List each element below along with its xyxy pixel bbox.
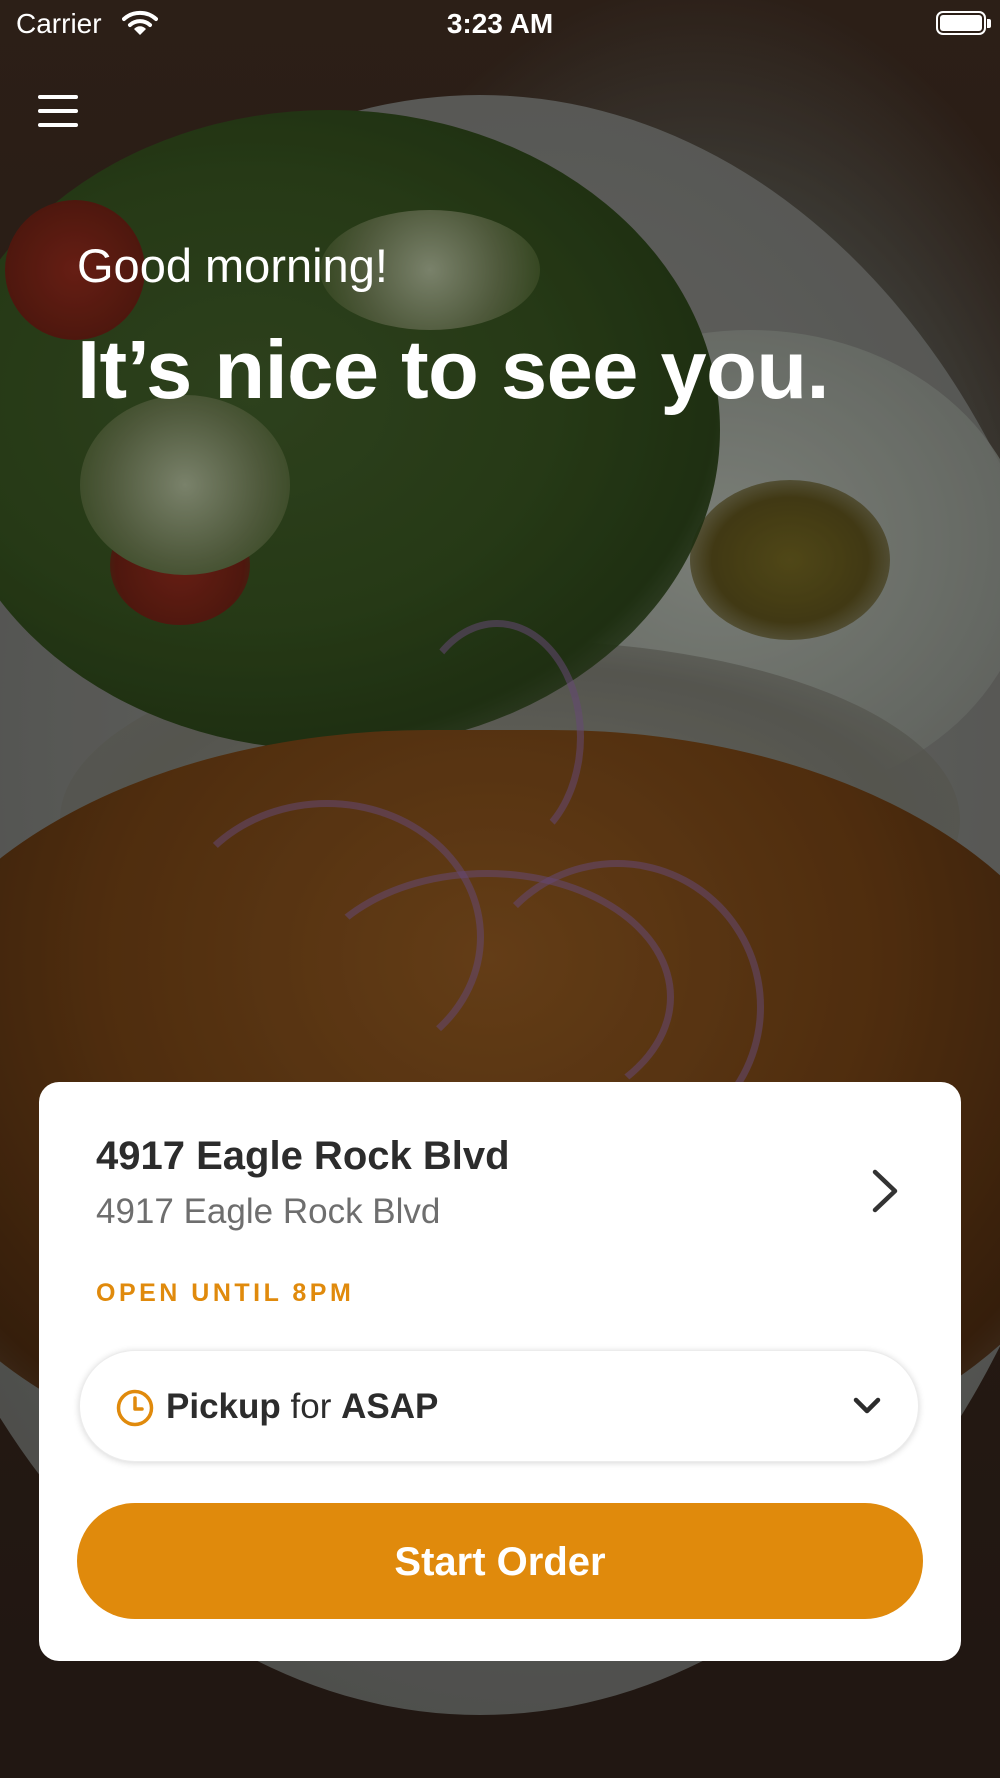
status-bar: Carrier 3:23 AM — [0, 0, 1000, 52]
order-mode-label: Pickup — [166, 1387, 281, 1426]
order-connector-label: for — [290, 1387, 332, 1426]
clock-icon — [116, 1389, 154, 1427]
pickup-summary: Pickup for ASAP — [166, 1387, 438, 1427]
status-time: 3:23 AM — [446, 8, 554, 39]
location-address: 4917 Eagle Rock Blvd — [96, 1192, 441, 1231]
location-name[interactable]: 4917 Eagle Rock Blvd — [96, 1134, 510, 1179]
greeting-text: Good morning! — [77, 239, 388, 292]
hamburger-menu-icon[interactable] — [38, 93, 78, 129]
chevron-right-icon[interactable] — [865, 1166, 905, 1216]
location-card: 4917 Eagle Rock Blvd 4917 Eagle Rock Blv… — [39, 1082, 961, 1661]
welcome-headline: It’s nice to see you. — [77, 323, 830, 416]
open-status-label: OPEN UNTIL 8PM — [96, 1279, 355, 1307]
battery-icon — [936, 11, 991, 35]
chevron-down-icon — [853, 1397, 881, 1414]
order-time-label: ASAP — [341, 1387, 439, 1426]
pickup-time-selector[interactable]: Pickup for ASAP — [79, 1350, 919, 1462]
start-order-button[interactable]: Start Order — [77, 1503, 923, 1619]
